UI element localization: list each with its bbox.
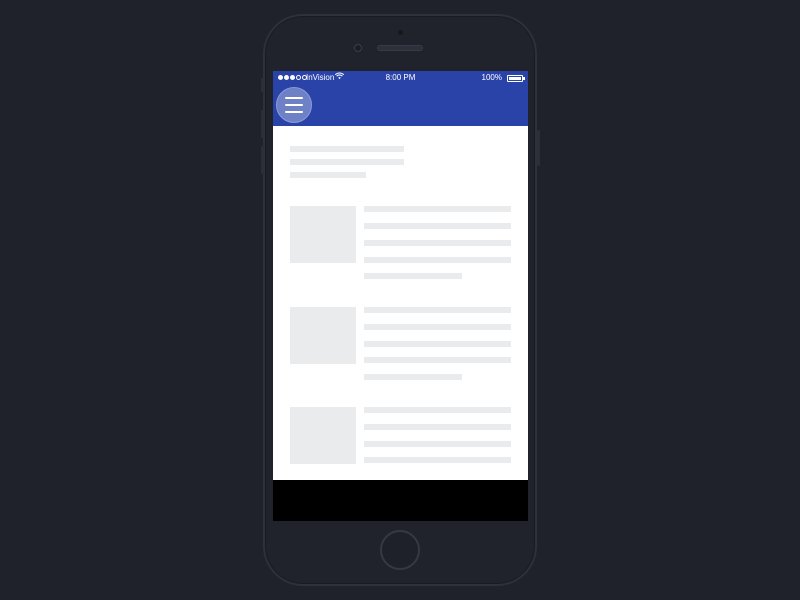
skeleton-line xyxy=(364,374,462,380)
home-button[interactable] xyxy=(380,530,420,570)
app-header xyxy=(273,85,528,126)
skeleton-line xyxy=(364,457,511,463)
earpiece-speaker xyxy=(377,45,423,51)
skeleton-line xyxy=(364,407,511,413)
skeleton-line xyxy=(364,341,511,347)
skeleton-line xyxy=(290,146,404,152)
device-preview-stage: InVision 8:00 PM 100% xyxy=(0,0,800,600)
proximity-sensor xyxy=(398,30,403,35)
volume-down-button xyxy=(261,146,264,174)
skeleton-line xyxy=(364,441,511,447)
skeleton-line xyxy=(290,159,404,165)
phone-screen: InVision 8:00 PM 100% xyxy=(273,71,528,521)
skeleton-line xyxy=(290,172,366,178)
skeleton-line xyxy=(364,240,511,246)
skeleton-line xyxy=(364,424,511,430)
thumbnail-placeholder xyxy=(290,206,356,263)
skeleton-line xyxy=(364,324,511,330)
skeleton-line xyxy=(364,223,511,229)
hamburger-menu-icon[interactable] xyxy=(276,87,312,123)
skeleton-line xyxy=(364,357,511,363)
thumbnail-placeholder xyxy=(290,307,356,364)
status-bar: InVision 8:00 PM 100% xyxy=(273,71,528,85)
volume-up-button xyxy=(261,110,264,138)
thumbnail-placeholder xyxy=(290,407,356,464)
battery-percent: 100% xyxy=(481,73,502,82)
skeleton-line xyxy=(364,273,462,279)
content-loading-skeleton xyxy=(273,126,528,480)
front-camera xyxy=(354,44,362,52)
skeleton-line xyxy=(364,257,511,263)
silent-switch xyxy=(261,78,264,92)
power-button xyxy=(537,130,540,166)
battery-icon xyxy=(507,75,525,82)
skeleton-line xyxy=(364,307,511,313)
skeleton-line xyxy=(364,206,511,212)
